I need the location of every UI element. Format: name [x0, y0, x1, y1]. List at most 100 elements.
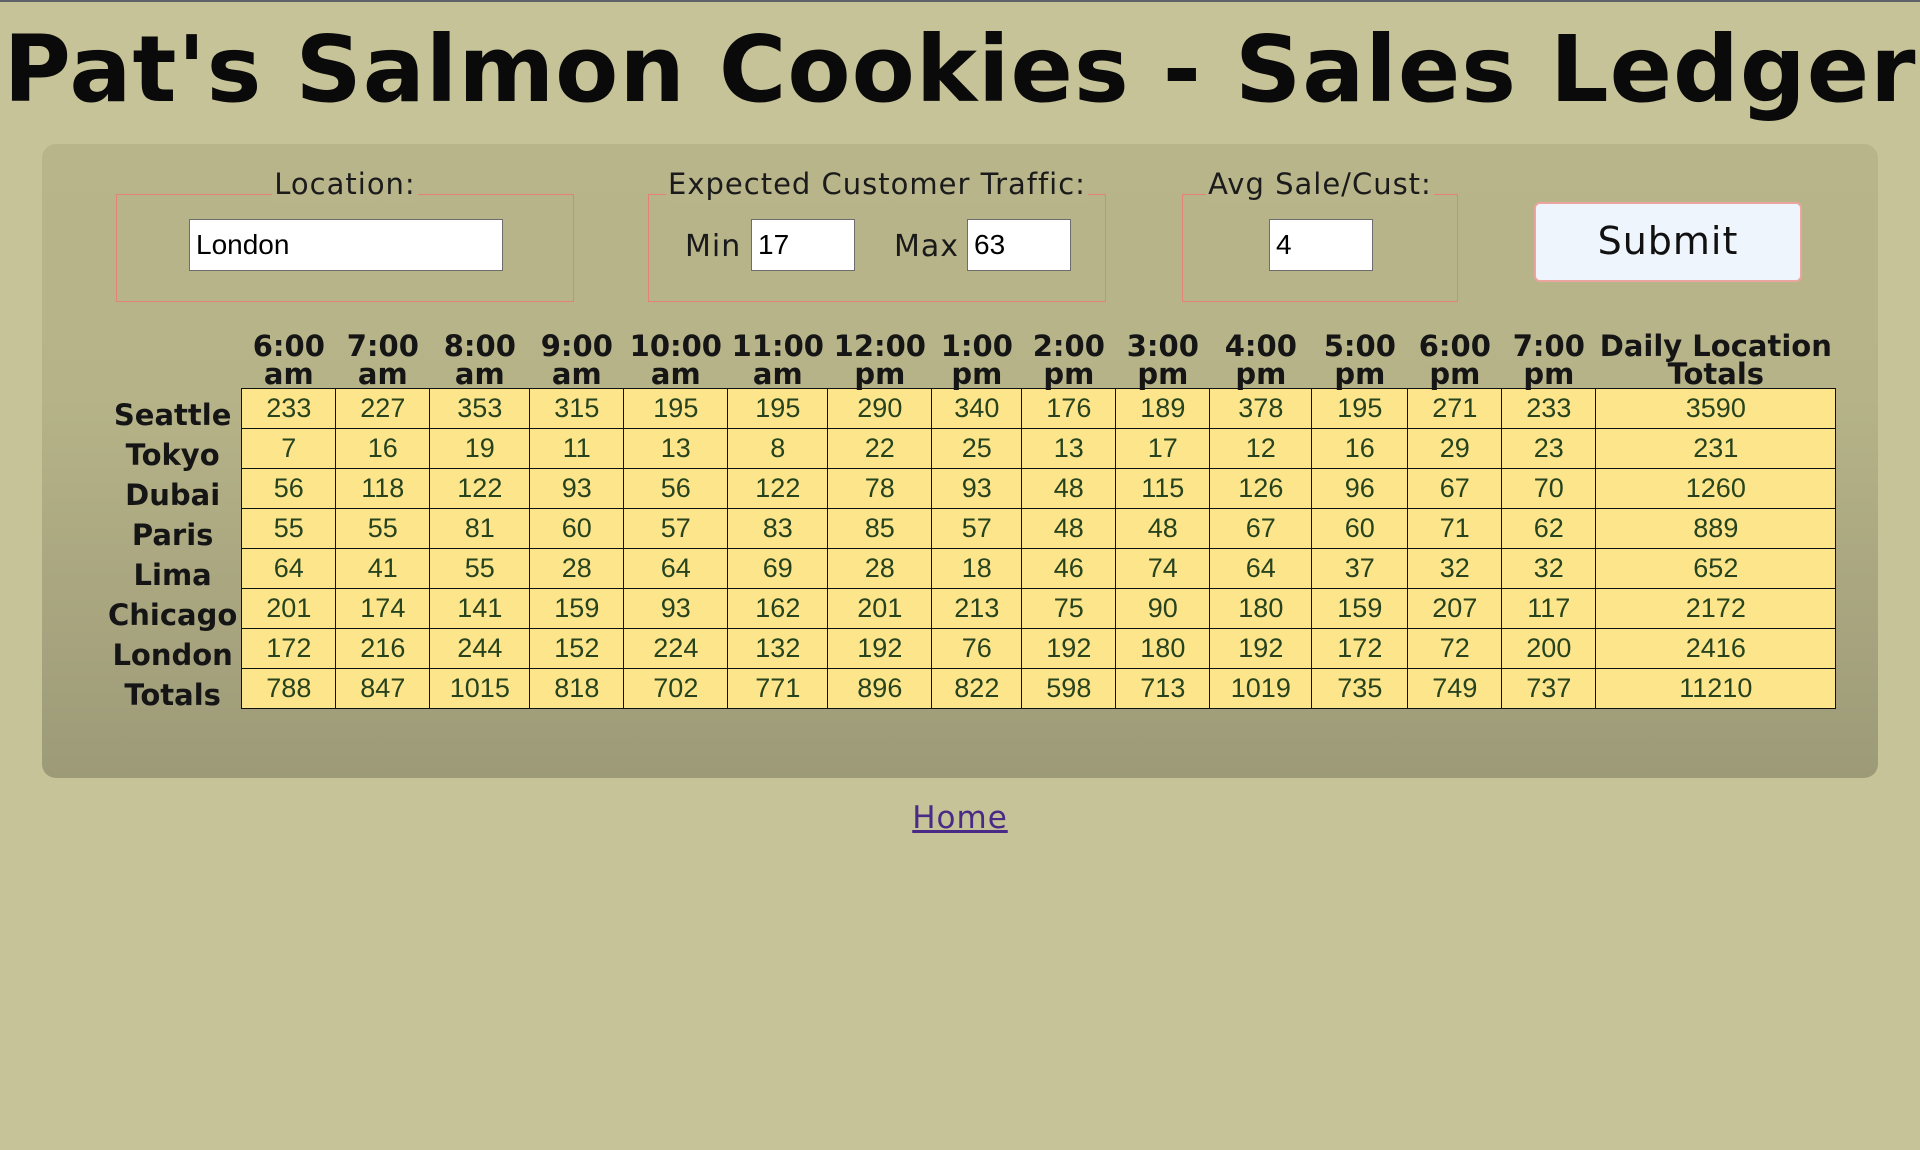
- traffic-legend: Expected Customer Traffic:: [666, 167, 1088, 201]
- sales-cell: 180: [1209, 588, 1313, 629]
- sales-cell: 141: [429, 588, 531, 629]
- sales-cell: 896: [827, 668, 933, 709]
- location-input[interactable]: London: [189, 219, 503, 271]
- sales-cell: 180: [1115, 628, 1211, 669]
- sales-cell: 37: [1311, 548, 1409, 589]
- sales-cell: 64: [241, 548, 337, 589]
- sales-cell: 118: [335, 468, 431, 509]
- hour-header: 3:00 pm: [1116, 326, 1210, 389]
- hour-header: 8:00 am: [430, 326, 530, 389]
- header-row: 6:00 am 7:00 am 8:00 am 9:00 am 10:00 am 11:00 am 12…: [100, 326, 1836, 389]
- sales-cell: 244: [429, 628, 531, 669]
- sales-cell: 822: [931, 668, 1023, 709]
- sales-cell: 93: [931, 468, 1023, 509]
- location-name: Paris: [131, 517, 214, 552]
- sales-cell: 159: [1311, 588, 1409, 629]
- sales-cell: 81: [429, 508, 531, 549]
- hour-header: 7:00 am: [336, 326, 430, 389]
- daily-total-cell: 889: [1595, 508, 1837, 549]
- sales-cell: 83: [727, 508, 829, 549]
- submit-button[interactable]: Submit: [1534, 202, 1802, 282]
- table-row: Lima 64 41 55 28 64 69 28 18 46 74 64 37 32 32 652: [100, 548, 1837, 589]
- location-name: Totals: [124, 677, 221, 712]
- sales-cell: 174: [335, 588, 431, 629]
- sales-cell: 213: [931, 588, 1023, 629]
- sales-cell: 271: [1407, 388, 1503, 429]
- sales-cell: 132: [727, 628, 829, 669]
- sales-cell: 117: [1501, 588, 1597, 629]
- sales-cell: 192: [1021, 628, 1117, 669]
- sales-cell: 749: [1407, 668, 1503, 709]
- min-customers-input[interactable]: 17: [751, 219, 855, 271]
- hour-header: 4:00 pm: [1210, 326, 1312, 389]
- hour-header: 6:00 am: [242, 326, 336, 389]
- sales-cell: 788: [241, 668, 337, 709]
- sales-cell: 162: [727, 588, 829, 629]
- sales-cell: 32: [1407, 548, 1503, 589]
- max-customers-input[interactable]: 63: [967, 219, 1071, 271]
- hour-header: 10:00 am: [624, 326, 728, 389]
- hour-time: 2:00: [1032, 329, 1105, 363]
- hour-time: 6:00: [1418, 329, 1491, 363]
- home-link-container: Home: [0, 800, 1920, 836]
- sales-cell: 46: [1021, 548, 1117, 589]
- sales-cell: 56: [623, 468, 729, 509]
- sales-cell: 737: [1501, 668, 1597, 709]
- location-name: Tokyo: [125, 437, 220, 472]
- daily-total-cell: 3590: [1595, 388, 1837, 429]
- daily-total-cell: 231: [1595, 428, 1837, 469]
- home-link[interactable]: Home: [912, 800, 1008, 836]
- sales-cell: 192: [827, 628, 933, 669]
- sales-cell: 201: [827, 588, 933, 629]
- sales-cell: 152: [529, 628, 625, 669]
- sales-cell: 771: [727, 668, 829, 709]
- sales-cell: 60: [1311, 508, 1409, 549]
- sales-cell: 207: [1407, 588, 1503, 629]
- avg-sale-input[interactable]: 4: [1269, 219, 1373, 271]
- sales-cell: 598: [1021, 668, 1117, 709]
- sales-cell: 72: [1407, 628, 1503, 669]
- hour-meridiem: pm: [1523, 357, 1575, 391]
- sales-cell: 67: [1209, 508, 1313, 549]
- sales-cell: 200: [1501, 628, 1597, 669]
- sales-cell: 70: [1501, 468, 1597, 509]
- hour-meridiem: pm: [1137, 357, 1189, 391]
- sales-cell: 48: [1021, 508, 1117, 549]
- sales-cell: 57: [623, 508, 729, 549]
- sales-cell: 85: [827, 508, 933, 549]
- sales-cell: 172: [241, 628, 337, 669]
- hour-header: 11:00 am: [728, 326, 828, 389]
- daily-total-cell: 11210: [1595, 668, 1837, 709]
- hour-header: 9:00 am: [530, 326, 624, 389]
- sales-cell: 233: [241, 388, 337, 429]
- sales-cell: 75: [1021, 588, 1117, 629]
- location-name: Chicago: [108, 597, 238, 632]
- location-legend: Location:: [272, 167, 418, 201]
- sales-cell: 57: [931, 508, 1023, 549]
- sales-cell: 17: [1115, 428, 1211, 469]
- table-row: Tokyo 7 16 19 11 13 8 22 25 13 17 12 16 29 23 231: [100, 428, 1837, 472]
- sales-cell: 55: [241, 508, 337, 549]
- table-row: Paris 55 55 81 60 57 83 85 57 48 48 67 60 71 62 889: [100, 508, 1837, 552]
- sales-cell: 122: [727, 468, 829, 509]
- sales-cell: 1015: [429, 668, 531, 709]
- totals-row: Totals 788 847 1015 818 702 771 896 822 598 713 101…: [100, 668, 1837, 712]
- sales-cell: 18: [931, 548, 1023, 589]
- page-title: Pat's Salmon Cookies - Sales Ledger: [3, 16, 1917, 123]
- sales-cell: 16: [335, 428, 431, 469]
- hour-meridiem: pm: [854, 357, 906, 391]
- traffic-fieldset: Expected Customer Traffic: Min 17 Max 63: [648, 167, 1106, 302]
- daily-total-header-line: Daily Location: [1599, 329, 1832, 363]
- table-row: Chicago 201 174 141 159 93 162 201 213 75 90 180 159…: [100, 588, 1837, 632]
- sales-cell: 227: [335, 388, 431, 429]
- sales-cell: 233: [1501, 388, 1597, 429]
- sales-cell: 55: [429, 548, 531, 589]
- hour-time: 8:00: [443, 329, 516, 363]
- sales-cell: 7: [241, 428, 337, 469]
- hour-meridiem: am: [357, 357, 408, 391]
- sales-cell: 96: [1311, 468, 1409, 509]
- table-row: Seattle 233 227 353 315 195 195 290 340 176 189 378…: [100, 388, 1837, 429]
- sales-cell: 69: [727, 548, 829, 589]
- sales-cell: 224: [623, 628, 729, 669]
- hour-header: 5:00 pm: [1312, 326, 1408, 389]
